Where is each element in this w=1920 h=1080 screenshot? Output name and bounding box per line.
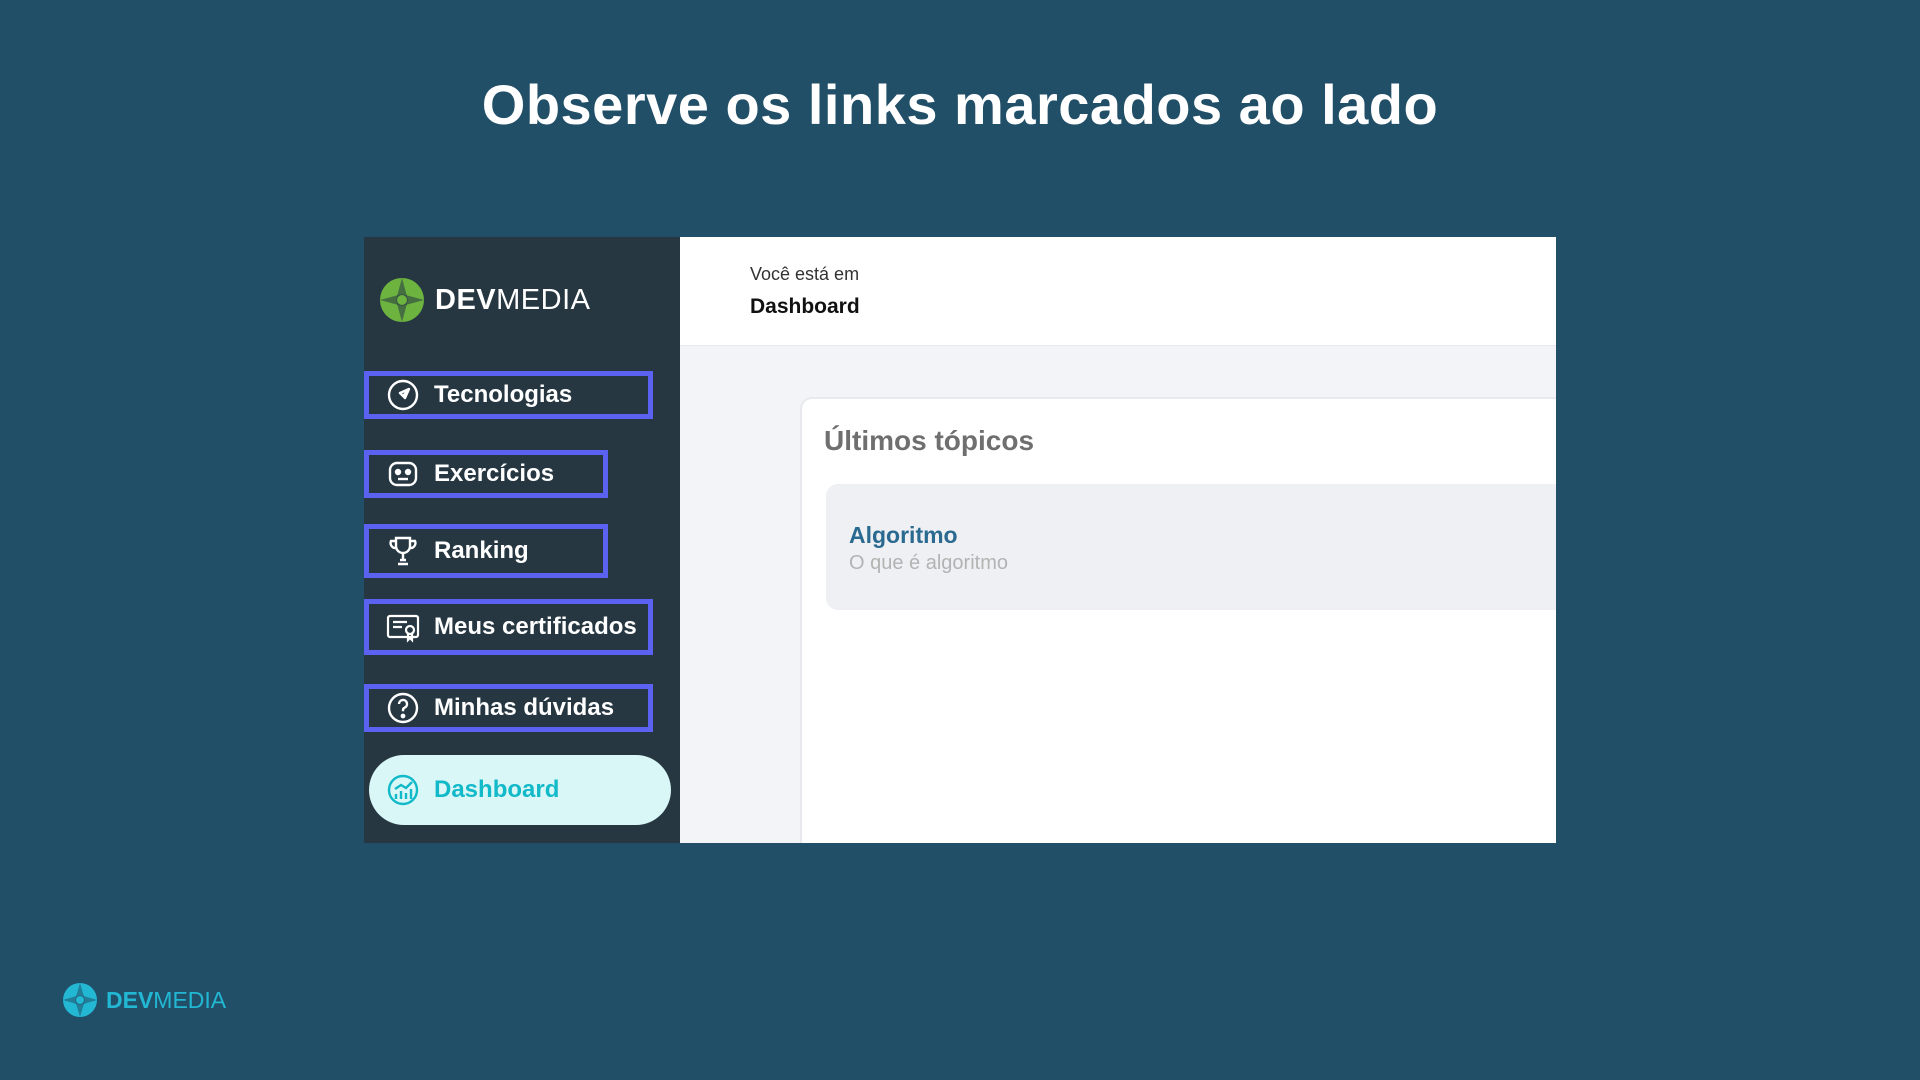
sidebar-item-tecnologias[interactable]: Tecnologias — [364, 371, 653, 419]
topic-item[interactable]: Algoritmo O que é algoritmo — [826, 484, 1556, 610]
devmedia-logo[interactable]: DEVMEDIA — [379, 277, 590, 323]
devmedia-logo-icon — [380, 278, 424, 322]
sidebar-item-label: Dashboard — [434, 776, 560, 803]
sidebar: DEVMEDIA Tecnologias Exercícios Ranking — [364, 237, 680, 843]
page-title: Dashboard — [750, 295, 860, 318]
dashboard-chart-icon — [386, 773, 420, 807]
certificate-icon — [386, 610, 420, 644]
topic-title[interactable]: Algoritmo — [849, 522, 958, 549]
footer-brand-logo: DEVMEDIA — [62, 980, 226, 1020]
devmedia-logo-icon — [63, 983, 97, 1017]
breadcrumb-label: Você está em — [750, 264, 860, 284]
sidebar-item-exercicios[interactable]: Exercícios — [364, 450, 608, 498]
topic-description: O que é algoritmo — [849, 552, 1008, 574]
sidebar-item-dashboard[interactable]: Dashboard — [369, 755, 671, 825]
trophy-icon — [386, 534, 420, 568]
main-header: Você está em Dashboard — [680, 237, 1556, 346]
logo-text: DEVMEDIA — [435, 283, 591, 316]
latest-topics-card: Últimos tópicos Algoritmo O que é algori… — [800, 397, 1556, 843]
sidebar-item-certificados[interactable]: Meus certificados — [364, 599, 653, 655]
slide-title: Observe os links marcados ao lado — [481, 73, 1439, 136]
footer-brand-text: DEVMEDIA — [106, 986, 227, 1013]
question-icon — [386, 691, 420, 725]
card-title: Últimos tópicos — [824, 425, 1035, 456]
sidebar-item-duvidas[interactable]: Minhas dúvidas — [364, 684, 653, 732]
sidebar-item-label: Minhas dúvidas — [434, 694, 615, 721]
sidebar-item-label: Tecnologias — [434, 381, 573, 408]
sidebar-item-label: Meus certificados — [434, 613, 637, 640]
sidebar-item-label: Ranking — [434, 537, 529, 564]
compass-icon — [386, 378, 420, 412]
app-screenshot: DEVMEDIA Tecnologias Exercícios Ranking — [364, 237, 1556, 843]
robot-icon — [386, 457, 420, 491]
sidebar-item-label: Exercícios — [434, 460, 555, 487]
sidebar-item-ranking[interactable]: Ranking — [364, 524, 608, 578]
